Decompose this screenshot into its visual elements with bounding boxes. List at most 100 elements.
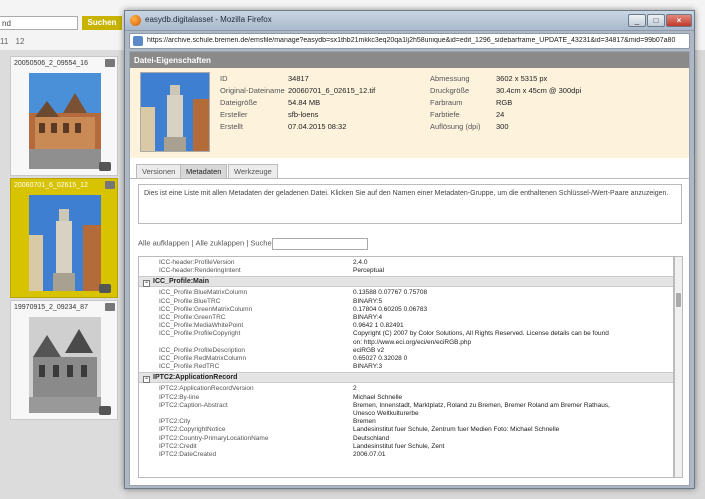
metadata-key: ICC_Profile:GreenTRC — [159, 314, 226, 321]
info-value-filename: 20060701_6_02615_12.tif — [288, 86, 375, 95]
page-link[interactable]: 12 — [16, 37, 25, 46]
metadata-value: 0.9642 1 0.82491 — [353, 322, 404, 330]
info-value: 07.04.2015 08:32 — [288, 122, 347, 131]
background-search-button[interactable]: Suchen — [82, 16, 122, 30]
info-value-colordepth: 24 — [496, 110, 504, 119]
metadata-value: Landesinstitut fuer Schule, Zentrum fuer… — [353, 426, 560, 434]
metadata-row: IPTC2:Credit Landesinstitut fuer Schule, … — [139, 443, 673, 451]
metadata-value: BINARY:5 — [353, 297, 383, 305]
metadata-row: IPTC2:By-line Michael Schnelle — [139, 394, 673, 402]
info-value-filesize: 54.84 MB — [288, 98, 320, 107]
info-row-colordepth: Farbtiefe — [430, 110, 460, 119]
asset-card[interactable]: 19970915_2_09234_87 — [10, 300, 118, 420]
metadata-value: BINARY:4 — [353, 314, 383, 321]
metadata-value: Landesinstitut fuer Schule, Zent — [353, 442, 445, 450]
metadata-row: IPTC2:ApplicationRecordVersion 2 — [139, 385, 673, 393]
page-link[interactable]: 11 — [0, 37, 8, 46]
collapse-toggle-icon[interactable]: − — [143, 376, 150, 384]
asset-tag-icon[interactable] — [105, 303, 115, 311]
metadata-value: 0.65027 0.32028 0 — [353, 355, 408, 362]
info-value: 34817 — [288, 74, 309, 83]
scrollbar-thumb[interactable] — [676, 293, 681, 307]
info-label: Abmessung — [430, 74, 470, 83]
info-row-printsize: Druckgröße — [430, 86, 469, 95]
metadata-key: IPTC2:By-line — [159, 393, 200, 401]
metadata-key: ICC_Profile:MediaWhitePoint — [159, 322, 244, 330]
collapse-all-link[interactable]: Alle zuklappen — [195, 239, 244, 248]
minimize-button[interactable]: _ — [628, 14, 646, 27]
metadata-key: IPTC2:CopyrightNotice — [159, 426, 226, 434]
asset-card-selected[interactable]: 20060701_6_02615_12 — [10, 178, 118, 298]
firefox-icon — [130, 15, 141, 26]
asset-thumbnail[interactable] — [29, 73, 101, 169]
metadata-scrollbar[interactable] — [674, 256, 683, 478]
url-bar[interactable]: https://archive.schule.bremen.de/emsfile… — [129, 33, 690, 49]
metadata-row: ICC_Profile:ProfileCopyright Copyright (C… — [139, 330, 673, 338]
info-label: Original-Dateiname — [220, 86, 285, 95]
search-label: Suche — [250, 238, 272, 248]
metadata-list: ICC-header:ProfileVersion 2.4.0 ICC-header… — [138, 256, 674, 478]
site-identity-icon[interactable] — [133, 36, 143, 46]
background-search-input[interactable] — [0, 16, 78, 30]
asset-tag-icon[interactable] — [105, 181, 115, 189]
dialog-content: Datei-Eigenschaften ID 34817 Original-Da… — [129, 51, 690, 486]
asset-thumbnail[interactable] — [29, 195, 101, 291]
camera-icon[interactable] — [99, 162, 111, 171]
expand-all-link[interactable]: Alle aufklappen — [138, 239, 189, 248]
asset-thumbnail[interactable] — [29, 317, 101, 413]
metadata-group-label[interactable]: IPTC2:ApplicationRecord — [153, 374, 237, 381]
info-row-creator: Ersteller — [220, 110, 248, 119]
asset-card[interactable]: 20050506_2_09554_16 — [10, 56, 118, 176]
metadata-row: ICC-header:RenderingIntent Perceptual — [139, 267, 673, 275]
metadata-group-header[interactable]: − IPTC2:ApplicationRecord — [139, 372, 673, 384]
metadata-description: Dies ist eine Liste mit allen Metadaten … — [138, 184, 682, 224]
metadata-key: ICC_Profile:ProfileCopyright — [159, 330, 241, 338]
info-value: sfb-loens — [288, 110, 319, 119]
metadata-group-label[interactable]: ICC_Profile:Main — [153, 278, 209, 285]
metadata-row: IPTC2:DateCreated 2006.07.01 — [139, 451, 673, 459]
metadata-search-input[interactable] — [272, 238, 368, 250]
info-row-resolution: Auflösung (dpi) — [430, 122, 480, 131]
info-row-filename: Original-Dateiname — [220, 86, 285, 95]
metadata-row: Unesco Weltkulturerbe — [139, 410, 673, 418]
info-value-creator: sfb-loens — [288, 110, 318, 119]
tab-versions[interactable]: Versionen — [136, 164, 182, 178]
info-label: Farbtiefe — [430, 110, 460, 119]
tab-tools[interactable]: Werkzeuge — [228, 164, 278, 178]
info-value: 20060701_6_02615_12.tif — [288, 86, 376, 95]
metadata-value: 2006.07.01 — [353, 451, 386, 458]
metadata-value: 0.13588 0.07767 0.75708 — [353, 289, 428, 297]
maximize-button[interactable]: □ — [647, 14, 665, 27]
window-titlebar[interactable]: easydb.digitalasset - Mozilla Firefox _ … — [125, 11, 694, 31]
dialog-header: Datei-Eigenschaften — [130, 52, 689, 68]
info-row-id: ID — [220, 74, 228, 83]
metadata-value: Perceptual — [353, 267, 385, 275]
tab-metadata[interactable]: Metadaten — [180, 164, 228, 178]
metadata-value: Bremen — [353, 418, 376, 426]
metadata-row: IPTC2:Country-PrimaryLocationName Deutsch… — [139, 435, 673, 443]
info-value: 3602 x 5315 px — [496, 74, 548, 83]
metadata-value: eciRGB v2 — [353, 346, 385, 354]
asset-tag-icon[interactable] — [105, 59, 115, 67]
info-value-resolution: 300 — [496, 122, 509, 131]
metadata-row: IPTC2:City Bremen — [139, 418, 673, 426]
metadata-value: BINARY:3 — [353, 363, 383, 371]
metadata-row: ICC_Profile:ProfileDescription eciRGB v2 — [139, 347, 673, 355]
camera-icon[interactable] — [99, 284, 111, 293]
metadata-group-header[interactable]: − ICC_Profile:Main — [139, 276, 673, 288]
metadata-row: IPTC2:CopyrightNotice Landesinstitut fuer… — [139, 426, 673, 434]
camera-icon[interactable] — [99, 406, 111, 415]
window-title: easydb.digitalasset - Mozilla Firefox — [145, 15, 272, 24]
asset-card-title: 19970915_2_09234_87 — [14, 304, 88, 311]
url-text[interactable]: https://archive.schule.bremen.de/emsfile… — [147, 37, 685, 44]
metadata-key: ICC_Profile:BlueMatrixColumn — [159, 289, 248, 297]
metadata-key: ICC_Profile:GreenMatrixColumn — [159, 305, 253, 313]
collapse-toggle-icon[interactable]: − — [143, 280, 150, 288]
metadata-key: ICC_Profile:RedTRC — [159, 363, 220, 371]
info-value: RGB — [496, 98, 513, 107]
close-button[interactable]: × — [666, 14, 692, 27]
info-label: ID — [220, 74, 228, 83]
metadata-row: ICC_Profile:MediaWhitePoint 0.9642 1 0.82… — [139, 322, 673, 330]
info-label: Ersteller — [220, 110, 248, 119]
metadata-value: 2 — [353, 385, 357, 393]
